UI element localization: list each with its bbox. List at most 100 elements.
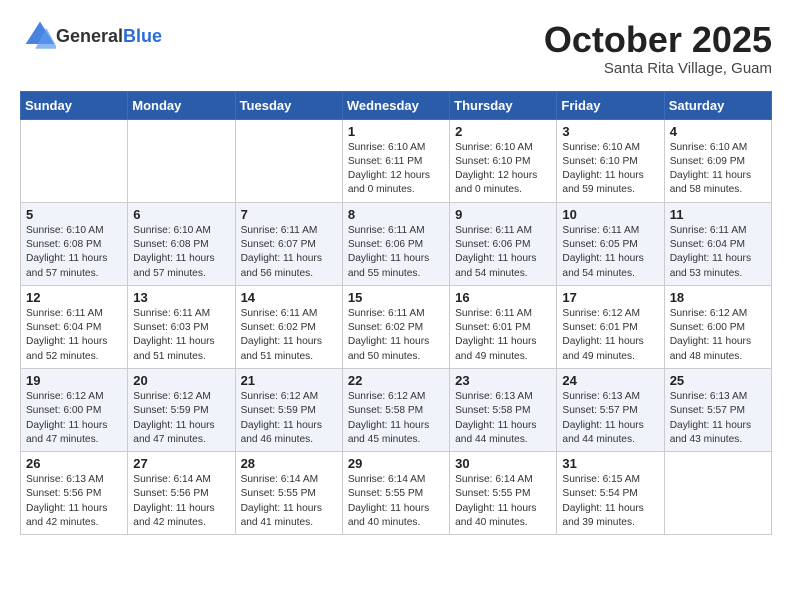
calendar-cell: 23Sunrise: 6:13 AMSunset: 5:58 PMDayligh… xyxy=(450,368,557,451)
day-info-line: Sunrise: 6:11 AM xyxy=(241,308,318,319)
day-info: Sunrise: 6:11 AMSunset: 6:04 PMDaylight:… xyxy=(26,307,122,364)
day-number: 26 xyxy=(26,456,122,471)
calendar-cell: 26 Sunrise: 6:13 AMSunset: 5:56 PMDayligh… xyxy=(21,452,128,535)
calendar-cell: 29Sunrise: 6:14 AMSunset: 5:55 PMDayligh… xyxy=(342,452,449,535)
day-info-line: Daylight: 11 hours xyxy=(26,503,107,514)
day-info-line: Daylight: 11 hours xyxy=(241,253,322,264)
day-info-line: Daylight: 11 hours xyxy=(348,420,429,431)
day-info-line: Daylight: 11 hours xyxy=(562,420,643,431)
day-number: 1 xyxy=(348,124,444,139)
day-info-line: Daylight: 11 hours xyxy=(670,336,751,347)
day-info-line: and 42 minutes. xyxy=(133,517,206,528)
calendar-cell xyxy=(128,119,235,202)
location: Santa Rita Village, Guam xyxy=(544,60,772,77)
day-info-line: and 56 minutes. xyxy=(241,268,314,279)
calendar-table: Sunday Monday Tuesday Wednesday Thursday… xyxy=(20,91,772,536)
calendar-cell: 12Sunrise: 6:11 AMSunset: 6:04 PMDayligh… xyxy=(21,285,128,368)
calendar-cell: 5Sunrise: 6:10 AMSunset: 6:08 PMDaylight… xyxy=(21,202,128,285)
day-info-line: Sunrise: 6:11 AM xyxy=(26,308,103,319)
day-number: 6 xyxy=(133,207,229,222)
calendar-cell: 15Sunrise: 6:11 AMSunset: 6:02 PMDayligh… xyxy=(342,285,449,368)
day-info-line: and 47 minutes. xyxy=(26,434,99,445)
calendar-cell: 28Sunrise: 6:14 AMSunset: 5:55 PMDayligh… xyxy=(235,452,342,535)
calendar-week-2: 12Sunrise: 6:11 AMSunset: 6:04 PMDayligh… xyxy=(21,285,772,368)
day-info-line: Daylight: 11 hours xyxy=(133,253,214,264)
day-info-line: Sunset: 5:55 PM xyxy=(241,488,316,499)
day-info-line: Sunrise: 6:12 AM xyxy=(133,391,211,402)
day-number: 29 xyxy=(348,456,444,471)
day-info-line: Sunset: 6:08 PM xyxy=(26,239,101,250)
day-number: 19 xyxy=(26,373,122,388)
day-info-line: Daylight: 11 hours xyxy=(670,170,751,181)
day-info-line: Sunset: 5:57 PM xyxy=(562,405,637,416)
day-info-line: Sunrise: 6:10 AM xyxy=(455,142,533,153)
day-info-line: Daylight: 11 hours xyxy=(562,336,643,347)
calendar-cell: 17Sunrise: 6:12 AMSunset: 6:01 PMDayligh… xyxy=(557,285,664,368)
calendar-cell: 6 Sunrise: 6:10 AM Sunset: 6:08 PM Daylight… xyxy=(128,202,235,285)
calendar-header: Sunday Monday Tuesday Wednesday Thursday… xyxy=(21,91,772,119)
day-info-line: Sunset: 6:00 PM xyxy=(670,322,745,333)
logo: GeneralBlue xyxy=(20,20,162,52)
day-info-line: and 47 minutes. xyxy=(133,434,206,445)
day-info-line: Sunrise: 6:10 AM xyxy=(26,225,104,236)
calendar-cell: 22Sunrise: 6:12 AMSunset: 5:58 PMDayligh… xyxy=(342,368,449,451)
calendar-cell: 14Sunrise: 6:11 AMSunset: 6:02 PMDayligh… xyxy=(235,285,342,368)
col-sunday: Sunday xyxy=(21,91,128,119)
calendar-cell: 3Sunrise: 6:10 AMSunset: 6:10 PMDaylight… xyxy=(557,119,664,202)
day-info-line: Sunrise: 6:10 AM xyxy=(133,225,211,236)
day-number: 4 xyxy=(670,124,766,139)
day-info-line: Daylight: 11 hours xyxy=(241,336,322,347)
day-info-line: Sunrise: 6:14 AM xyxy=(455,474,533,485)
day-info-line: and 59 minutes. xyxy=(562,184,635,195)
day-info: Sunrise: 6:10 AMSunset: 6:08 PMDaylight:… xyxy=(26,224,122,281)
day-info-line: Sunset: 6:06 PM xyxy=(455,239,530,250)
day-info: Sunrise: 6:11 AMSunset: 6:06 PMDaylight:… xyxy=(348,224,444,281)
day-info-line: Daylight: 11 hours xyxy=(133,336,214,347)
day-info-line: and 41 minutes. xyxy=(241,517,314,528)
day-number: 8 xyxy=(348,207,444,222)
logo-general: General xyxy=(56,26,123,46)
day-info: Sunrise: 6:13 AMSunset: 5:57 PMDaylight:… xyxy=(562,390,658,447)
day-info: Sunrise: 6:10 AMSunset: 6:11 PMDaylight:… xyxy=(348,141,444,198)
day-info-line: Sunrise: 6:11 AM xyxy=(241,225,318,236)
day-number: 17 xyxy=(562,290,658,305)
day-number: 13 xyxy=(133,290,229,305)
calendar-cell: 21Sunrise: 6:12 AMSunset: 5:59 PMDayligh… xyxy=(235,368,342,451)
logo-text: GeneralBlue xyxy=(56,26,162,47)
day-number: 7 xyxy=(241,207,337,222)
day-info-line: Daylight: 11 hours xyxy=(455,503,536,514)
col-monday: Monday xyxy=(128,91,235,119)
day-info-line: Daylight: 11 hours xyxy=(562,253,643,264)
day-info-line: Daylight: 11 hours xyxy=(348,253,429,264)
day-info-line: Daylight: 11 hours xyxy=(562,170,643,181)
calendar-cell xyxy=(664,452,771,535)
calendar-week-3: 19Sunrise: 6:12 AMSunset: 6:00 PMDayligh… xyxy=(21,368,772,451)
calendar-cell: 11Sunrise: 6:11 AMSunset: 6:04 PMDayligh… xyxy=(664,202,771,285)
day-info-line: and 44 minutes. xyxy=(562,434,635,445)
day-info-line: and 58 minutes. xyxy=(670,184,743,195)
calendar-cell: 20Sunrise: 6:12 AMSunset: 5:59 PMDayligh… xyxy=(128,368,235,451)
day-info: Sunrise: 6:12 AMSunset: 5:59 PMDaylight:… xyxy=(241,390,337,447)
day-info: Sunrise: 6:11 AMSunset: 6:02 PMDaylight:… xyxy=(348,307,444,364)
calendar-cell: 18Sunrise: 6:12 AMSunset: 6:00 PMDayligh… xyxy=(664,285,771,368)
day-info-line: Daylight: 12 hours xyxy=(348,170,430,181)
calendar-cell: 10Sunrise: 6:11 AMSunset: 6:05 PMDayligh… xyxy=(557,202,664,285)
day-number: 25 xyxy=(670,373,766,388)
day-info: Sunrise: 6:13 AMSunset: 5:56 PMDaylight:… xyxy=(26,473,122,530)
day-info-line: Sunset: 5:59 PM xyxy=(133,405,208,416)
day-number: 31 xyxy=(562,456,658,471)
day-info: Sunrise: 6:11 AMSunset: 6:07 PMDaylight:… xyxy=(241,224,337,281)
col-friday: Friday xyxy=(557,91,664,119)
day-info-line: and 0 minutes. xyxy=(348,184,415,195)
day-info: Sunrise: 6:15 AMSunset: 5:54 PMDaylight:… xyxy=(562,473,658,530)
day-info-line: Sunset: 6:03 PM xyxy=(133,322,208,333)
day-info-line: and 39 minutes. xyxy=(562,517,635,528)
day-info-line: and 51 minutes. xyxy=(241,351,314,362)
day-info-line: Sunset: 6:08 PM xyxy=(133,239,208,250)
day-info-line: Daylight: 11 hours xyxy=(670,253,751,264)
day-info-line: Sunset: 5:58 PM xyxy=(455,405,530,416)
calendar-week-0: 1 Sunrise: 6:10 AMSunset: 6:11 PMDaylight… xyxy=(21,119,772,202)
day-info-line: Sunset: 5:57 PM xyxy=(670,405,745,416)
day-info: Sunrise: 6:10 AMSunset: 6:10 PMDaylight:… xyxy=(562,141,658,198)
day-info: Sunrise: 6:12 AMSunset: 5:59 PMDaylight:… xyxy=(133,390,229,447)
